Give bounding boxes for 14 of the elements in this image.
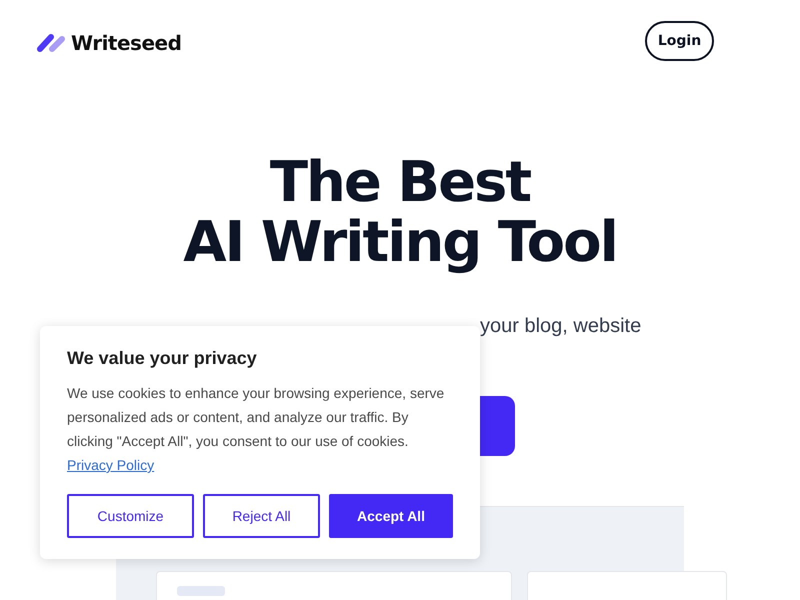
dialog-title: We value your privacy (67, 348, 258, 369)
cta-button[interactable] (480, 396, 515, 456)
consent-button[interactable]: Accept All (329, 494, 453, 538)
dialog-text: We use cookies to enhance your browsing experience, serve personalized ads or content, and analyze our traffic. By clicking "Accept All", you consent to our use of cookies. Privacy Policy (67, 384, 445, 475)
consent-button[interactable]: Reject All (203, 494, 320, 538)
tag-chip (177, 586, 225, 596)
consent-button[interactable]: Customize (67, 494, 194, 538)
hero-subtitle: your blog, website (479, 315, 642, 338)
logo-icon (37, 33, 67, 53)
privacy-policy-link[interactable]: Privacy Policy (67, 457, 154, 473)
hero-title: The Best (270, 153, 530, 213)
login-button[interactable]: Login (645, 21, 714, 61)
hero-title: AI Writing Tool (183, 213, 617, 273)
brand-name: Writeseed (71, 31, 182, 55)
